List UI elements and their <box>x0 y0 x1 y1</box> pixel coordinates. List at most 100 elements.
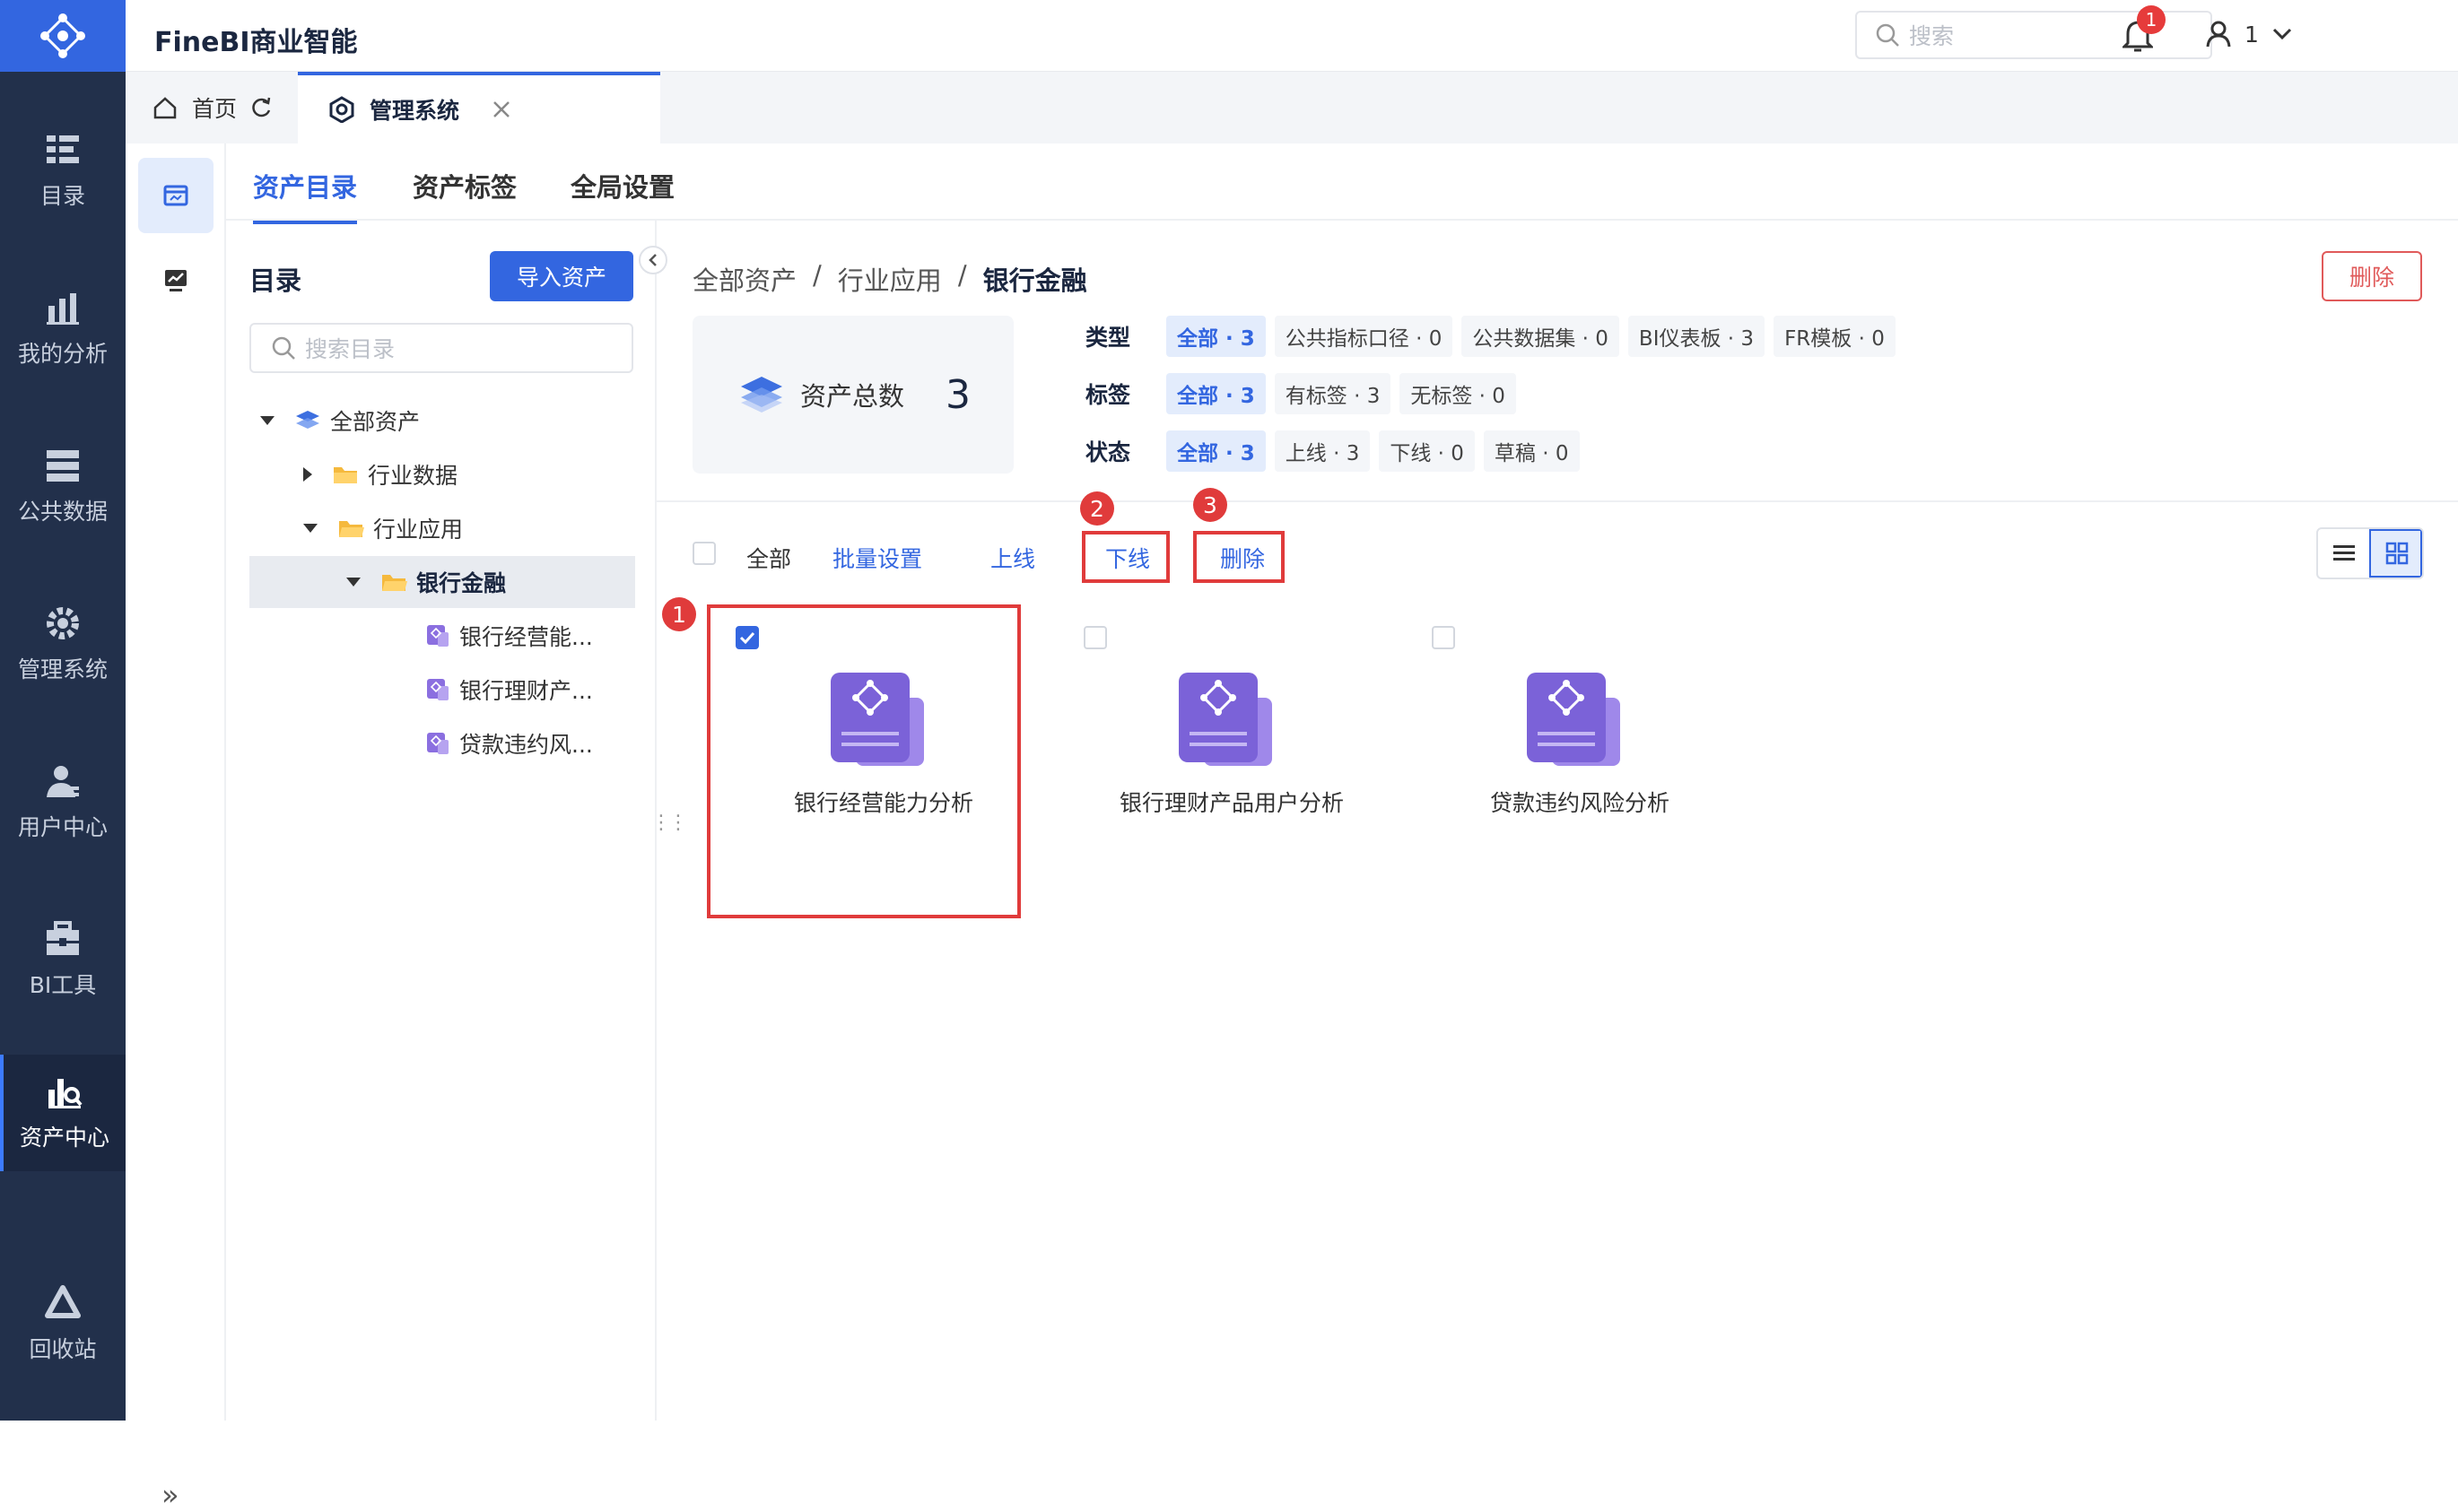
tab-admin[interactable]: 管理系统 <box>298 72 660 143</box>
filter-chip[interactable]: 上线 · 3 <box>1274 430 1371 472</box>
tree-search-input[interactable]: 搜索目录 <box>249 323 633 373</box>
gear-icon <box>47 607 79 639</box>
select-all-checkbox[interactable] <box>693 542 716 565</box>
card-checkbox[interactable] <box>1432 626 1455 649</box>
tree-item-label: 银行经营能... <box>459 624 593 650</box>
user-name: 1 <box>2244 21 2259 48</box>
nav-item-catalog[interactable]: 目录 <box>0 113 126 230</box>
filter-chip[interactable]: 有标签 · 3 <box>1274 373 1391 414</box>
breadcrumb-separator: / <box>813 260 822 291</box>
breadcrumb: 全部资产 / 行业应用 / 银行金融 <box>693 260 1087 298</box>
highlight-delete <box>1193 531 1285 583</box>
tab-global-settings[interactable]: 全局设置 <box>571 167 675 204</box>
batch-settings-button[interactable]: 批量设置 <box>832 542 922 574</box>
tree-item-label: 银行理财产... <box>459 678 593 704</box>
tree-item-all-assets[interactable]: 全部资产 <box>249 395 635 447</box>
refresh-icon[interactable] <box>249 96 273 119</box>
nav-label: 回收站 <box>29 1336 97 1362</box>
nav-item-user-center[interactable]: 用户中心 <box>0 744 126 861</box>
close-icon[interactable] <box>492 100 511 119</box>
filter-chip[interactable]: 全部 · 3 <box>1166 373 1266 414</box>
tab-home-label: 首页 <box>192 96 238 122</box>
caret-down-icon <box>260 416 275 425</box>
grid-view-button[interactable] <box>2369 529 2422 578</box>
tab-asset-tags[interactable]: 资产标签 <box>413 167 517 204</box>
asset-icon <box>48 1079 83 1108</box>
filter-status-row: 状态 全部 · 3 上线 · 3 下线 · 0 草稿 · 0 <box>1085 430 1580 472</box>
filter-chip[interactable]: 无标签 · 0 <box>1399 373 1516 414</box>
grid-icon <box>2385 542 2408 565</box>
filter-chip[interactable]: 下线 · 0 <box>1379 430 1475 472</box>
user-icon <box>2206 21 2231 48</box>
search-icon <box>1876 23 1899 47</box>
filter-chip[interactable]: FR模板 · 0 <box>1774 316 1896 357</box>
card-checkbox[interactable] <box>1084 626 1107 649</box>
nav-label: 公共数据 <box>17 499 108 525</box>
tab-asset-catalog[interactable]: 资产目录 <box>253 167 358 224</box>
online-button[interactable]: 上线 <box>990 542 1035 574</box>
nav-item-my-analysis[interactable]: 我的分析 <box>0 271 126 387</box>
asset-card[interactable]: 贷款违约风险分析 <box>1408 608 1751 913</box>
breadcrumb-item[interactable]: 全部资产 <box>693 260 797 298</box>
asset-card[interactable]: 银行理财产品用户分析 <box>1060 608 1403 913</box>
asset-card-title: 贷款违约风险分析 <box>1489 790 1669 816</box>
dashboard-file-icon <box>1179 673 1272 766</box>
nav-label: 管理系统 <box>17 656 108 682</box>
monitor-chart-icon <box>165 270 187 291</box>
breadcrumb-separator: / <box>957 260 967 291</box>
filter-chip[interactable]: 全部 · 3 <box>1166 430 1266 472</box>
caret-down-icon <box>303 524 318 533</box>
filter-label: 类型 <box>1085 325 1131 351</box>
user-menu[interactable]: 1 <box>2205 20 2293 48</box>
tree-item-dashboard[interactable]: 银行经营能... <box>249 610 635 662</box>
delete-folder-button[interactable]: 删除 <box>2322 251 2422 301</box>
filter-tag-row: 标签 全部 · 3 有标签 · 3 无标签 · 0 <box>1085 373 1516 414</box>
breadcrumb-item[interactable]: 行业应用 <box>838 260 942 298</box>
tree-item-dashboard[interactable]: 银行理财产... <box>249 664 635 716</box>
tree-item-industry-apps[interactable]: 行业应用 <box>249 502 635 554</box>
layers-icon <box>741 377 782 413</box>
nav-item-public-data[interactable]: 公共数据 <box>0 429 126 545</box>
tree-item-industry-data[interactable]: 行业数据 <box>249 448 635 500</box>
filter-chip[interactable]: 公共数据集 · 0 <box>1461 316 1619 357</box>
app-title: FineBI商业智能 <box>154 27 358 58</box>
caret-down-icon <box>346 578 361 587</box>
chevron-down-icon <box>2272 28 2291 40</box>
nav-item-asset-center[interactable]: 资产中心 <box>0 1055 126 1171</box>
search-icon <box>272 336 295 360</box>
filter-chip[interactable]: BI仪表板 · 3 <box>1627 316 1765 357</box>
asset-catalog-panel-button[interactable] <box>138 158 214 233</box>
resize-handle[interactable]: ⋮⋮ <box>651 812 688 834</box>
collapse-panel-button[interactable] <box>639 246 667 274</box>
breadcrumb-current: 银行金融 <box>982 265 1087 296</box>
main-tabs: 资产目录 资产标签 全局设置 <box>226 143 2458 224</box>
nav-item-recycle-bin[interactable]: 回收站 <box>0 1266 126 1383</box>
step-marker-3: 3 <box>1193 488 1227 522</box>
tree-search-placeholder: 搜索目录 <box>305 336 396 362</box>
nav-label: 目录 <box>39 183 85 209</box>
tab-home[interactable]: 首页 <box>153 72 273 143</box>
highlight-first-card <box>707 604 1021 918</box>
catalog-icon <box>47 135 79 163</box>
tree-item-label: 贷款违约风... <box>459 732 593 758</box>
asset-total-card: 资产总数 3 <box>693 316 1014 474</box>
nav-item-bi-tools[interactable]: BI工具 <box>0 902 126 1019</box>
caret-right-icon <box>303 467 312 482</box>
tree-item-bank-finance[interactable]: 银行金融 <box>249 556 635 608</box>
logo-icon <box>40 13 85 58</box>
finebi-logo[interactable] <box>0 0 126 72</box>
import-asset-button[interactable]: 导入资产 <box>490 251 633 301</box>
user-icon <box>47 766 79 797</box>
filter-chip[interactable]: 草稿 · 0 <box>1483 430 1580 472</box>
asset-monitor-panel-button[interactable] <box>138 242 214 317</box>
filter-chip[interactable]: 全部 · 3 <box>1166 316 1266 357</box>
top-bar: FineBI商业智能 搜索 <box>126 0 2458 72</box>
filter-label: 状态 <box>1085 439 1131 465</box>
filter-chip[interactable]: 公共指标口径 · 0 <box>1274 316 1453 357</box>
expand-icon[interactable]: » <box>161 1478 179 1512</box>
nav-label: 资产中心 <box>19 1125 109 1151</box>
nav-item-admin[interactable]: 管理系统 <box>0 587 126 703</box>
tree-item-dashboard[interactable]: 贷款违约风... <box>249 717 635 769</box>
folder-open-icon <box>382 575 407 591</box>
list-view-button[interactable] <box>2318 529 2369 578</box>
